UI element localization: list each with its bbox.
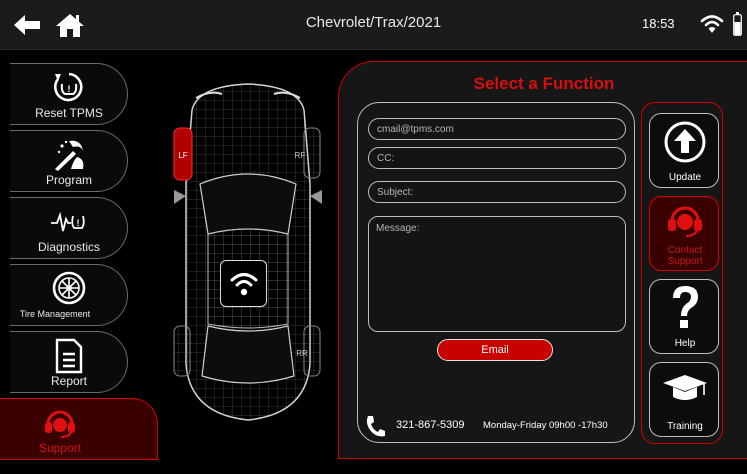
subject-field[interactable]	[368, 181, 626, 203]
clock: 18:53	[642, 16, 675, 31]
program-wand-icon	[55, 140, 84, 171]
sidebar-item-reset-tpms[interactable]: ! Reset TPMS	[10, 63, 128, 125]
sidebar-item-label: Report	[50, 374, 88, 388]
sidebar-item-program[interactable]: Program	[10, 130, 128, 192]
top-bar: Chevrolet/Trax/2021 18:53	[0, 0, 747, 50]
sidebar-item-tire-management[interactable]: Tire Management	[10, 264, 128, 326]
sidebar-item-label: Support	[38, 441, 82, 455]
update-button[interactable]: Update	[649, 113, 719, 188]
contact-info: 321-867-5309 Monday-Friday 09h00 -17h30	[364, 414, 632, 438]
training-button[interactable]: Training	[649, 362, 719, 437]
wifi-icon	[230, 272, 257, 295]
email-field[interactable]	[368, 118, 626, 140]
cc-field[interactable]	[368, 147, 626, 169]
wheel-label-rf: RF	[295, 151, 306, 160]
battery-icon	[733, 12, 742, 36]
message-field[interactable]	[368, 216, 626, 332]
headset-icon	[668, 206, 702, 237]
sidebar-item-report[interactable]: Report	[10, 331, 128, 393]
phone-icon	[366, 416, 385, 437]
support-phone: 321-867-5309	[396, 419, 465, 431]
vehicle-title: Chevrolet/Trax/2021	[305, 14, 442, 31]
function-panel: Select a Function Email 321-867-5309 Mon…	[338, 61, 747, 459]
svg-text:!: !	[68, 84, 71, 94]
report-document-icon	[55, 338, 83, 374]
wifi-icon	[700, 15, 724, 33]
sidebar-item-label: Reset TPMS	[35, 106, 103, 120]
support-hours: Monday-Friday 09h00 -17h30	[483, 420, 608, 431]
contact-support-button[interactable]: Contact Support	[649, 196, 719, 271]
sidebar-item-diagnostics[interactable]: ! Diagnostics	[10, 197, 128, 259]
tpms-wireless-button[interactable]	[220, 260, 267, 307]
car-wireframe-image: LF RF RR	[173, 83, 322, 421]
sidebar-item-label: Program	[45, 173, 92, 187]
wheel-label-rr: RR	[296, 349, 308, 358]
tpms-reset-icon: !	[53, 72, 83, 102]
help-button[interactable]: Help	[649, 279, 719, 354]
headset-icon	[45, 410, 75, 438]
sidebar-item-label: Diagnostics	[37, 240, 101, 254]
svg-text:!: !	[77, 218, 80, 228]
sidebar-item-support[interactable]: Support	[0, 398, 158, 460]
upload-arrow-icon	[664, 121, 706, 163]
tire-icon	[52, 271, 86, 305]
diagnostics-pulse-icon: !	[51, 211, 85, 232]
wheel-rf[interactable]	[303, 127, 321, 179]
graduation-cap-icon	[663, 375, 707, 400]
update-label: Update	[668, 172, 702, 183]
wheel-lr[interactable]	[173, 325, 191, 377]
wheel-label-lf: LF	[178, 151, 187, 160]
panel-title: Select a Function	[473, 74, 615, 93]
email-form: Email 321-867-5309 Monday-Friday 09h00 -…	[357, 102, 635, 443]
vehicle-diagram: LF RF RR	[160, 64, 335, 436]
function-column: Update Contact Support Help Training	[641, 102, 723, 444]
question-mark-icon	[673, 286, 698, 328]
sidebar-item-label: Tire Management	[19, 309, 91, 319]
contact-support-label: Contact Support	[667, 245, 703, 267]
email-button[interactable]: Email	[437, 339, 553, 361]
help-label: Help	[674, 338, 696, 349]
training-label: Training	[667, 421, 703, 432]
